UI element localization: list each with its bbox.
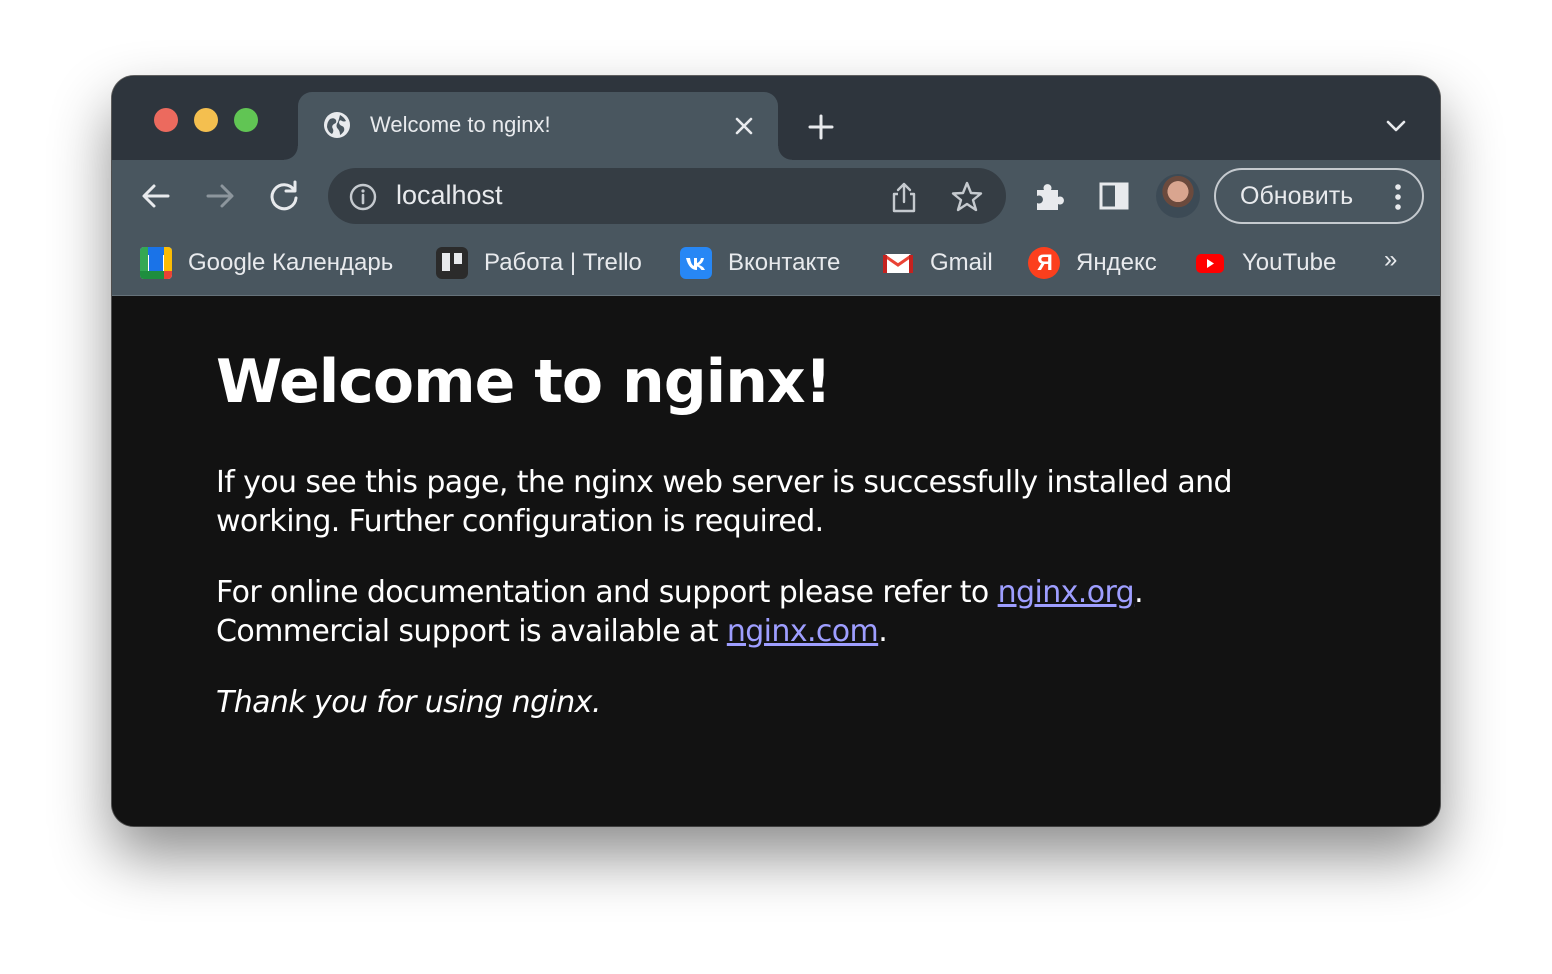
url-text[interactable]: localhost [396, 180, 503, 211]
page-heading: Welcome to nginx! [216, 347, 832, 417]
reload-icon[interactable] [266, 178, 302, 214]
bookmark-label: Вконтакте [728, 249, 841, 276]
commercial-text: Commercial support is available at [216, 614, 727, 649]
update-button-label: Обновить [1240, 182, 1354, 210]
profile-avatar[interactable] [1156, 174, 1200, 218]
tab-title: Welcome to nginx! [370, 112, 551, 137]
tab-strip: Welcome to nginx! [112, 76, 1440, 160]
new-tab-button[interactable] [806, 112, 836, 142]
tab-active[interactable]: Welcome to nginx! [284, 92, 792, 160]
bookmark-youtube[interactable]: YouTube [1194, 246, 1336, 280]
bookmark-label: Gmail [930, 249, 993, 276]
close-window-button[interactable] [154, 108, 178, 132]
bookmarks-overflow-button[interactable]: » [1384, 246, 1397, 274]
gmail-icon [882, 247, 914, 279]
commercial-period: . [878, 614, 888, 649]
close-icon[interactable] [732, 114, 756, 138]
bookmark-yandex[interactable]: Я Яндекс [1028, 246, 1157, 280]
intro-paragraph: If you see this page, the nginx web serv… [216, 465, 1233, 539]
share-icon[interactable] [888, 180, 920, 214]
toolbar: localhost Обновить [112, 160, 1440, 232]
docs-text: For online documentation and support ple… [216, 575, 998, 610]
bookmark-google-calendar[interactable]: Google Календарь [140, 246, 393, 280]
trello-icon [436, 247, 468, 279]
docs-period: . [1134, 575, 1144, 610]
star-icon[interactable] [950, 180, 984, 214]
browser-window: Welcome to nginx! localhost Обновить Goo… [112, 76, 1440, 826]
bookmark-vk[interactable]: Вконтакте [680, 246, 840, 280]
bookmark-label: YouTube [1242, 249, 1337, 276]
side-panel-icon[interactable] [1096, 178, 1132, 214]
nginx-com-link[interactable]: nginx.com [727, 614, 879, 649]
vk-icon [680, 247, 712, 279]
bookmark-label: Google Календарь [188, 249, 394, 276]
more-vert-icon[interactable] [1388, 182, 1408, 212]
minimize-window-button[interactable] [194, 108, 218, 132]
back-arrow-icon[interactable] [138, 178, 174, 214]
youtube-icon [1194, 247, 1226, 279]
bookmark-label: Яндекс [1076, 249, 1157, 276]
forward-arrow-icon[interactable] [202, 178, 238, 214]
thanks-paragraph: Thank you for using nginx. [216, 685, 601, 720]
google-calendar-icon [140, 247, 172, 279]
page-content: Welcome to nginx! If you see this page, … [112, 297, 1440, 826]
zoom-window-button[interactable] [234, 108, 258, 132]
bookmark-label: Работа | Trello [484, 249, 642, 276]
nginx-org-link[interactable]: nginx.org [998, 575, 1135, 610]
address-bar[interactable]: localhost [328, 168, 1006, 224]
bookmarks-bar: Google Календарь Работа | Trello Вконтак… [112, 232, 1440, 296]
bookmark-gmail[interactable]: Gmail [882, 246, 993, 280]
extensions-puzzle-icon[interactable] [1032, 178, 1068, 214]
update-chrome-button[interactable]: Обновить [1214, 168, 1424, 224]
yandex-icon: Я [1028, 247, 1060, 279]
chevron-down-icon[interactable] [1382, 114, 1410, 138]
bookmark-trello[interactable]: Работа | Trello [436, 246, 642, 280]
info-icon[interactable] [348, 182, 378, 212]
globe-icon [324, 112, 350, 138]
docs-paragraph: For online documentation and support ple… [216, 573, 1256, 651]
